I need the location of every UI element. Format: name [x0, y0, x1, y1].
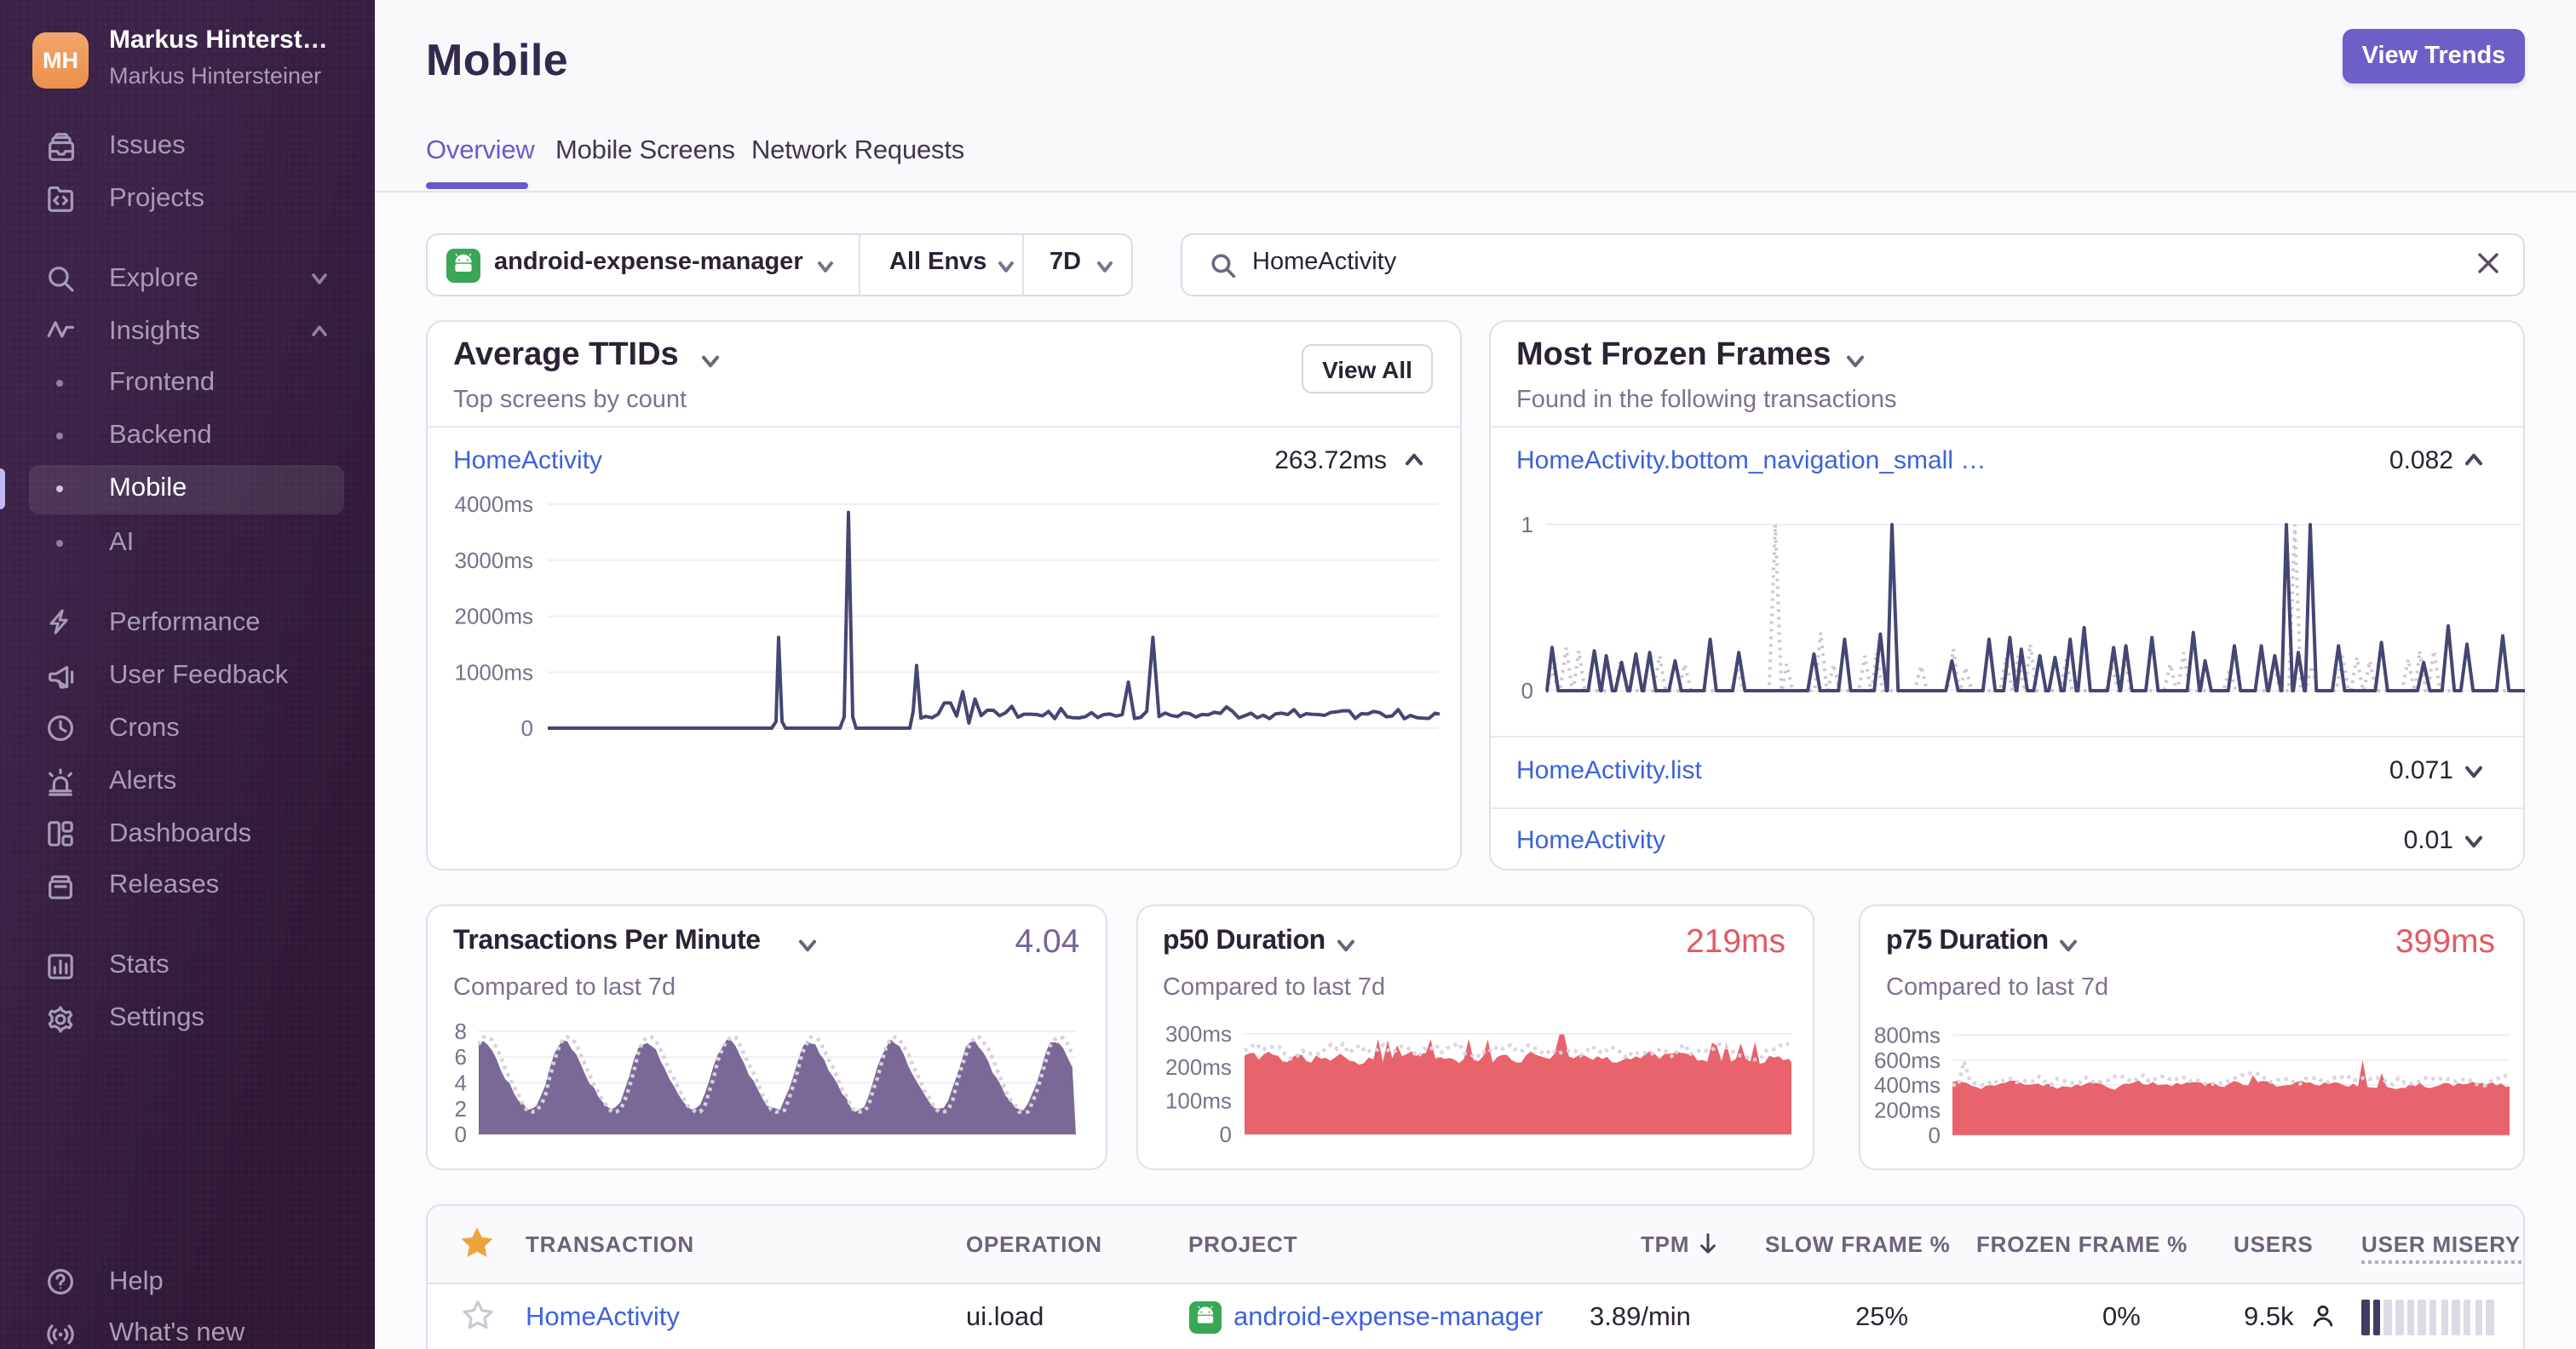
svg-text:2000ms: 2000ms	[455, 604, 534, 629]
svg-text:0: 0	[455, 1122, 467, 1147]
svg-text:200ms: 200ms	[1164, 1054, 1231, 1080]
svg-text:0: 0	[1929, 1122, 1941, 1148]
svg-text:600ms: 600ms	[1874, 1048, 1941, 1073]
svg-text:400ms: 400ms	[1874, 1072, 1941, 1098]
svg-text:0: 0	[1521, 678, 1533, 703]
svg-text:300ms: 300ms	[1164, 1021, 1231, 1047]
svg-text:0: 0	[521, 715, 533, 741]
svg-text:800ms: 800ms	[1874, 1023, 1941, 1048]
svg-text:3000ms: 3000ms	[455, 548, 534, 573]
svg-text:4: 4	[455, 1070, 467, 1095]
svg-text:0: 0	[1219, 1122, 1231, 1147]
svg-text:4000ms: 4000ms	[455, 491, 534, 517]
svg-text:1000ms: 1000ms	[455, 659, 534, 685]
svg-text:2: 2	[455, 1096, 467, 1122]
svg-text:100ms: 100ms	[1164, 1088, 1231, 1113]
svg-text:200ms: 200ms	[1874, 1097, 1941, 1122]
svg-text:6: 6	[455, 1044, 467, 1070]
svg-text:8: 8	[455, 1019, 467, 1044]
svg-text:1: 1	[1521, 512, 1533, 537]
